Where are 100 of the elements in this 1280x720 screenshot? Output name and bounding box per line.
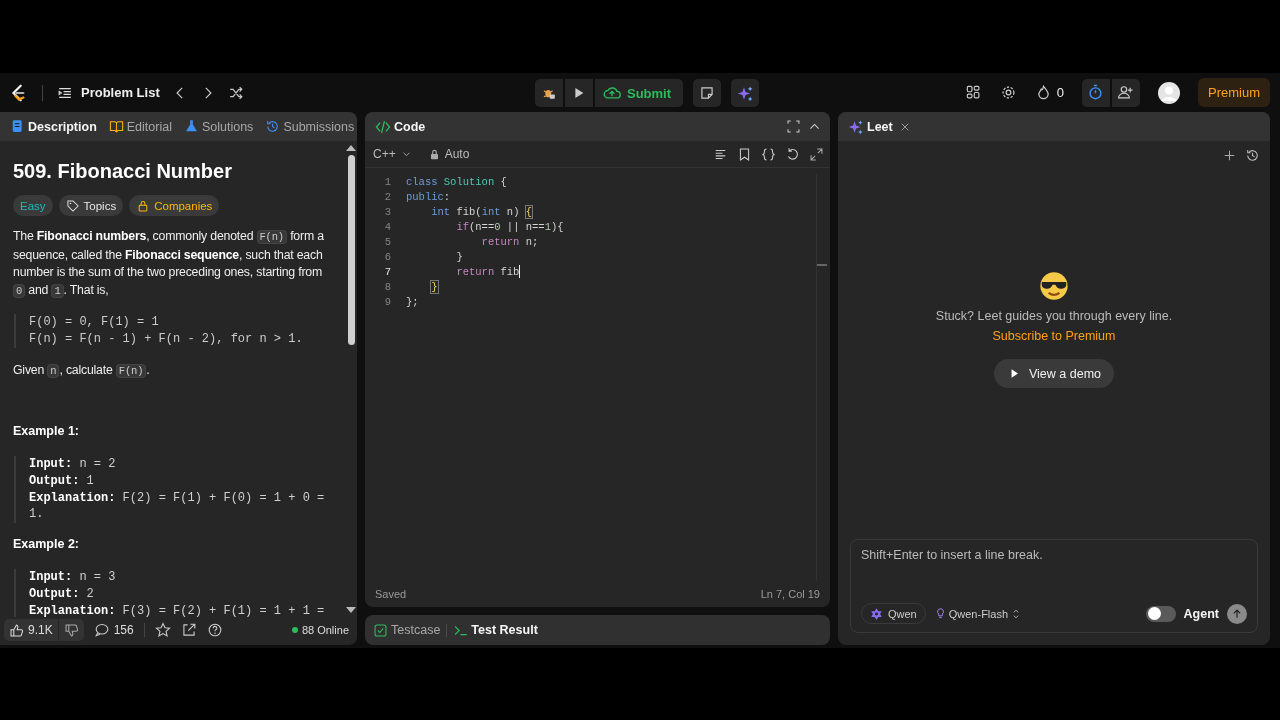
premium-button[interactable]: Premium bbox=[1198, 78, 1270, 107]
code-line: public: bbox=[406, 190, 451, 203]
sparkle-icon bbox=[736, 84, 754, 102]
code-line: return fib bbox=[455, 265, 520, 278]
document-icon bbox=[10, 119, 25, 134]
line-number: 8 bbox=[383, 280, 391, 293]
like-button[interactable]: 9.1K bbox=[4, 619, 58, 641]
difficulty-badge[interactable]: Easy bbox=[13, 195, 53, 216]
code-line: } bbox=[455, 250, 463, 263]
example-line: Explanation: F(3) = F(2) + F(1) = 1 + 1 = bbox=[29, 602, 326, 617]
reset-icon[interactable] bbox=[785, 146, 800, 162]
share-icon[interactable] bbox=[180, 622, 197, 638]
chat-input[interactable]: Shift+Enter to insert a line break. Qwen Qwen-Flash Agent bbox=[850, 539, 1258, 633]
model-selector[interactable]: Qwen-Flash bbox=[933, 607, 1023, 620]
problem-title: 509. Fibonacci Number bbox=[13, 160, 233, 183]
assistant-message: Stuck? Leet guides you through every line. bbox=[935, 309, 1173, 323]
result-tab[interactable]: Testcase bbox=[373, 622, 441, 638]
dislike-button[interactable] bbox=[58, 619, 84, 641]
thumbs-down-icon bbox=[63, 622, 79, 638]
example-line: Explanation: F(2) = F(1) + F(0) = 1 + 0 = 1. bbox=[29, 489, 326, 524]
panel-tab[interactable]: Editorial bbox=[108, 119, 172, 134]
line-number: 9 bbox=[383, 295, 391, 308]
checkbox-icon bbox=[373, 622, 388, 638]
code-line: } bbox=[430, 280, 438, 293]
cursor-position: Ln 7, Col 19 bbox=[760, 588, 820, 600]
book-icon bbox=[108, 119, 124, 134]
example-heading: Example 1: bbox=[13, 424, 80, 439]
note-icon bbox=[699, 85, 716, 101]
formula-line: F(n) = F(n - 1) + F(n - 2), for n > 1. bbox=[29, 330, 304, 348]
code-icon bbox=[375, 118, 391, 135]
cloud-upload-icon bbox=[603, 84, 621, 102]
sunglasses-emoji-icon bbox=[1039, 271, 1069, 301]
panel-tab[interactable]: Submissions bbox=[265, 119, 355, 134]
panel-tab[interactable]: Description bbox=[10, 119, 97, 134]
bookmark-icon[interactable] bbox=[737, 146, 752, 162]
streak-button[interactable]: 0 bbox=[1034, 84, 1064, 101]
settings-icon[interactable] bbox=[999, 84, 1017, 101]
view-demo-button[interactable]: View a demo bbox=[993, 359, 1114, 388]
text-cursor bbox=[519, 265, 521, 278]
code-line: if(n==0 || n==1){ bbox=[455, 220, 564, 233]
fullscreen-icon[interactable] bbox=[786, 119, 801, 134]
companies-button[interactable]: Companies bbox=[129, 195, 220, 216]
ai-button[interactable] bbox=[731, 79, 760, 107]
description-paragraph: Given n , calculate F(n) . bbox=[13, 361, 151, 380]
add-user-icon bbox=[1117, 84, 1135, 101]
expand-icon[interactable] bbox=[809, 146, 824, 162]
description-paragraph: The Fibonacci numbers, commonly denoted F(n) form a sequence, called the Fibonacci sequence, such that each number is the sum of the two preceding ones, starting from 0 and 1 . That is, bbox=[13, 228, 325, 300]
run-button[interactable] bbox=[565, 79, 593, 107]
result-tab[interactable]: Test Result bbox=[453, 622, 538, 638]
code-line: int fib(int n) { bbox=[430, 205, 533, 218]
line-number: 5 bbox=[383, 235, 391, 248]
history-icon bbox=[265, 119, 281, 134]
history-icon[interactable] bbox=[1245, 147, 1260, 163]
braces-icon[interactable] bbox=[761, 146, 776, 162]
debug-button[interactable] bbox=[535, 79, 563, 107]
problem-list-button[interactable]: Problem List bbox=[57, 84, 160, 101]
line-number: 7 bbox=[383, 265, 391, 278]
online-dot-icon bbox=[291, 627, 298, 633]
agent-toggle[interactable] bbox=[1145, 605, 1176, 622]
submit-button[interactable]: Submit bbox=[595, 79, 684, 107]
editor-scrollbar[interactable] bbox=[816, 174, 827, 581]
thumbs-up-icon bbox=[9, 622, 24, 638]
subscribe-link[interactable]: Subscribe to Premium bbox=[992, 329, 1116, 343]
code-line: class Solution { bbox=[406, 175, 507, 188]
star-badge-icon bbox=[870, 607, 883, 620]
example-line: Output: 2 bbox=[29, 586, 95, 603]
code-line: return n; bbox=[480, 235, 539, 248]
example-heading: Example 2: bbox=[13, 537, 80, 552]
save-status: Saved bbox=[375, 588, 407, 600]
timer-button[interactable] bbox=[1082, 78, 1110, 107]
line-number: 4 bbox=[383, 220, 391, 233]
topics-button[interactable]: Topics bbox=[58, 195, 124, 216]
agent-label: Agent bbox=[1183, 606, 1219, 621]
add-user-button[interactable] bbox=[1112, 78, 1140, 107]
assistant-tab[interactable]: Leet bbox=[848, 118, 893, 135]
tag-icon bbox=[65, 198, 80, 213]
shuffle-icon[interactable] bbox=[227, 84, 244, 101]
send-button[interactable] bbox=[1227, 603, 1247, 624]
online-count: 88 Online bbox=[301, 624, 349, 636]
flask-icon bbox=[183, 119, 199, 134]
formula-line: F(0) = 0, F(1) = 1 bbox=[29, 314, 160, 331]
line-number: 1 bbox=[383, 175, 391, 188]
line-number: 2 bbox=[383, 190, 391, 203]
example-line: Output: 1 bbox=[29, 472, 95, 490]
grid-icon[interactable] bbox=[964, 84, 982, 101]
example-line: Input: n = 3 bbox=[29, 569, 117, 587]
example-line: Input: n = 2 bbox=[29, 456, 117, 473]
stopwatch-icon bbox=[1087, 84, 1105, 101]
avatar-icon[interactable] bbox=[1158, 81, 1180, 104]
help-icon[interactable] bbox=[206, 622, 223, 638]
comment-icon bbox=[93, 622, 110, 638]
note-button[interactable] bbox=[693, 79, 722, 107]
code-line: }; bbox=[406, 295, 419, 308]
code-tab[interactable]: Code bbox=[375, 118, 426, 135]
auto-mode-button[interactable]: Auto bbox=[427, 147, 470, 161]
comments-button[interactable]: 156 bbox=[93, 622, 134, 638]
panel-tab[interactable]: Solutions bbox=[183, 119, 254, 134]
sparkle-icon bbox=[848, 118, 864, 135]
star-icon[interactable] bbox=[154, 622, 171, 638]
language-selector[interactable]: C++ bbox=[373, 147, 413, 161]
